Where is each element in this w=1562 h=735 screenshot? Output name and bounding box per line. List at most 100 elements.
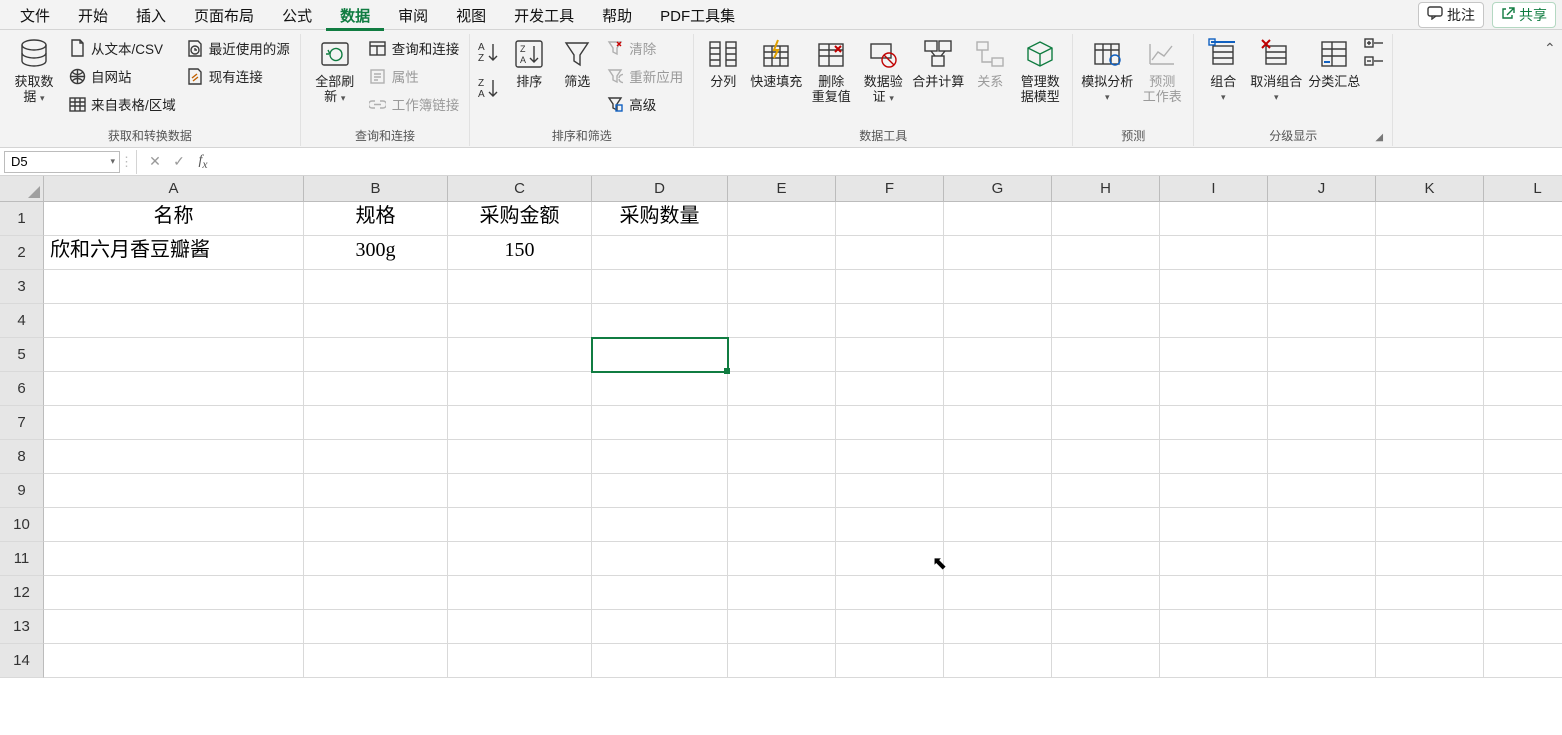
- cell-K5[interactable]: [1376, 338, 1484, 372]
- cell-A1[interactable]: 名称: [44, 202, 304, 236]
- cell-D14[interactable]: [592, 644, 728, 678]
- column-header-K[interactable]: K: [1376, 176, 1484, 202]
- cell-A2[interactable]: 欣和六月香豆瓣酱: [44, 236, 304, 270]
- cell-D6[interactable]: [592, 372, 728, 406]
- cell-J1[interactable]: [1268, 202, 1376, 236]
- cell-A7[interactable]: [44, 406, 304, 440]
- cell-D2[interactable]: [592, 236, 728, 270]
- get-data-button[interactable]: 获取数 据 ▾: [6, 34, 62, 106]
- cell-F6[interactable]: [836, 372, 944, 406]
- cell-D11[interactable]: [592, 542, 728, 576]
- cell-I14[interactable]: [1160, 644, 1268, 678]
- cell-A12[interactable]: [44, 576, 304, 610]
- cell-G12[interactable]: [944, 576, 1052, 610]
- cell-B7[interactable]: [304, 406, 448, 440]
- cell-K1[interactable]: [1376, 202, 1484, 236]
- cell-B13[interactable]: [304, 610, 448, 644]
- cell-H4[interactable]: [1052, 304, 1160, 338]
- cell-E6[interactable]: [728, 372, 836, 406]
- cell-G1[interactable]: [944, 202, 1052, 236]
- from-text-csv-button[interactable]: 从文本/CSV: [64, 36, 180, 60]
- cell-H7[interactable]: [1052, 406, 1160, 440]
- select-all-corner[interactable]: [0, 176, 44, 202]
- cell-C11[interactable]: [448, 542, 592, 576]
- cell-F5[interactable]: [836, 338, 944, 372]
- cell-J7[interactable]: [1268, 406, 1376, 440]
- cell-E3[interactable]: [728, 270, 836, 304]
- cell-L9[interactable]: [1484, 474, 1562, 508]
- row-header-9[interactable]: 9: [0, 474, 44, 508]
- cell-C13[interactable]: [448, 610, 592, 644]
- cell-C9[interactable]: [448, 474, 592, 508]
- cell-L3[interactable]: [1484, 270, 1562, 304]
- cell-D13[interactable]: [592, 610, 728, 644]
- ungroup-button[interactable]: 取消组合 ▾: [1248, 34, 1304, 105]
- cell-H11[interactable]: [1052, 542, 1160, 576]
- cell-K14[interactable]: [1376, 644, 1484, 678]
- show-detail-button[interactable]: [1364, 38, 1386, 52]
- cell-D5[interactable]: [592, 338, 728, 372]
- cell-A11[interactable]: [44, 542, 304, 576]
- row-header-12[interactable]: 12: [0, 576, 44, 610]
- row-header-2[interactable]: 2: [0, 236, 44, 270]
- cell-C4[interactable]: [448, 304, 592, 338]
- clear-filter-button[interactable]: 清除: [602, 36, 687, 60]
- cell-K2[interactable]: [1376, 236, 1484, 270]
- what-if-button[interactable]: 模拟分析 ▾: [1079, 34, 1135, 105]
- column-header-A[interactable]: A: [44, 176, 304, 202]
- cell-J9[interactable]: [1268, 474, 1376, 508]
- text-to-columns-button[interactable]: 分列: [700, 34, 746, 89]
- cell-B8[interactable]: [304, 440, 448, 474]
- tab-data[interactable]: 数据: [326, 0, 384, 31]
- cell-E9[interactable]: [728, 474, 836, 508]
- cell-F1[interactable]: [836, 202, 944, 236]
- tab-pagelayout[interactable]: 页面布局: [180, 0, 268, 31]
- cell-C7[interactable]: [448, 406, 592, 440]
- cell-L14[interactable]: [1484, 644, 1562, 678]
- collapse-ribbon-button[interactable]: ⌃: [1544, 40, 1556, 57]
- cell-I3[interactable]: [1160, 270, 1268, 304]
- cell-L6[interactable]: [1484, 372, 1562, 406]
- cell-J3[interactable]: [1268, 270, 1376, 304]
- cell-E10[interactable]: [728, 508, 836, 542]
- cell-I13[interactable]: [1160, 610, 1268, 644]
- cell-C5[interactable]: [448, 338, 592, 372]
- cell-A13[interactable]: [44, 610, 304, 644]
- cell-I1[interactable]: [1160, 202, 1268, 236]
- reapply-button[interactable]: 重新应用: [602, 64, 687, 88]
- cell-A8[interactable]: [44, 440, 304, 474]
- worksheet[interactable]: ABCDEFGHIJKL 1234567891011121314 名称规格采购金…: [0, 176, 1562, 735]
- cell-G6[interactable]: [944, 372, 1052, 406]
- flash-fill-button[interactable]: 快速填充: [748, 34, 804, 89]
- cell-J12[interactable]: [1268, 576, 1376, 610]
- cell-A3[interactable]: [44, 270, 304, 304]
- cell-J14[interactable]: [1268, 644, 1376, 678]
- advanced-filter-button[interactable]: 高级: [602, 92, 687, 116]
- column-header-D[interactable]: D: [592, 176, 728, 202]
- cell-B4[interactable]: [304, 304, 448, 338]
- tab-home[interactable]: 开始: [64, 0, 122, 31]
- cell-K7[interactable]: [1376, 406, 1484, 440]
- tab-insert[interactable]: 插入: [122, 0, 180, 31]
- tab-file[interactable]: 文件: [6, 0, 64, 31]
- cell-L1[interactable]: [1484, 202, 1562, 236]
- tab-developer[interactable]: 开发工具: [500, 0, 588, 31]
- cell-F2[interactable]: [836, 236, 944, 270]
- cell-L2[interactable]: [1484, 236, 1562, 270]
- cell-H10[interactable]: [1052, 508, 1160, 542]
- row-header-10[interactable]: 10: [0, 508, 44, 542]
- cell-J4[interactable]: [1268, 304, 1376, 338]
- queries-connections-button[interactable]: 查询和连接: [365, 36, 464, 60]
- column-header-L[interactable]: L: [1484, 176, 1562, 202]
- cell-C8[interactable]: [448, 440, 592, 474]
- cell-I11[interactable]: [1160, 542, 1268, 576]
- accept-formula-button[interactable]: ✓: [167, 153, 191, 170]
- refresh-all-button[interactable]: 全部刷 新 ▾: [307, 34, 363, 106]
- formula-input[interactable]: [215, 148, 1562, 175]
- column-header-F[interactable]: F: [836, 176, 944, 202]
- cell-B11[interactable]: [304, 542, 448, 576]
- cell-C14[interactable]: [448, 644, 592, 678]
- remove-duplicates-button[interactable]: 删除 重复值: [806, 34, 856, 104]
- forecast-sheet-button[interactable]: 预测 工作表: [1137, 34, 1187, 104]
- row-header-14[interactable]: 14: [0, 644, 44, 678]
